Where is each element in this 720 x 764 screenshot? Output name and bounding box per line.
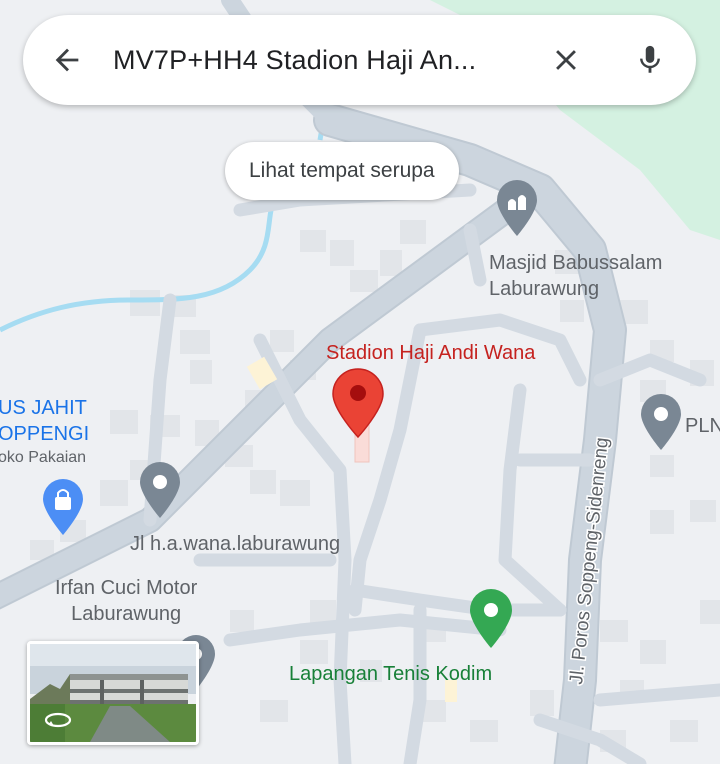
close-icon [556,50,576,70]
search-query[interactable]: MV7P+HH4 Stadion Haji An... [111,45,528,76]
tailor-name-line2: OPPENGI [0,423,90,445]
360-rotate-icon [44,712,72,728]
tailor-category: oko Pakaian [0,449,87,466]
search-bar[interactable]: MV7P+HH4 Stadion Haji An... [23,15,696,105]
microphone-icon [640,45,660,73]
similar-places-chip[interactable]: Lihat tempat serupa [225,142,459,200]
place-label-carwash[interactable]: Irfan Cuci Motor Laburawung [55,575,197,627]
tailor-name-line1: US JAHIT [0,397,87,419]
mosque-name: Masjid Babussalam [489,252,663,274]
place-label-tailor[interactable]: US JAHIT OPPENGI oko Pakaian [0,395,89,469]
place-label-stadium[interactable]: Stadion Haji Andi Wana [326,340,535,366]
clear-button[interactable] [528,15,604,105]
mosque-area: Laburawung [489,278,600,300]
place-label-pln[interactable]: PLN [685,413,720,439]
voice-search-button[interactable] [604,15,696,105]
carwash-area: Laburawung [71,603,182,625]
place-label-jl-wana[interactable]: Jl h.a.wana.laburawung [130,531,340,557]
place-label-mosque[interactable]: Masjid Babussalam Laburawung [489,250,662,302]
street-view-thumbnail[interactable] [27,641,199,745]
arrow-back-icon [55,48,79,72]
back-button[interactable] [23,15,111,105]
place-label-tennis[interactable]: Lapangan Tenis Kodim [289,661,492,687]
carwash-name: Irfan Cuci Motor [55,577,198,599]
